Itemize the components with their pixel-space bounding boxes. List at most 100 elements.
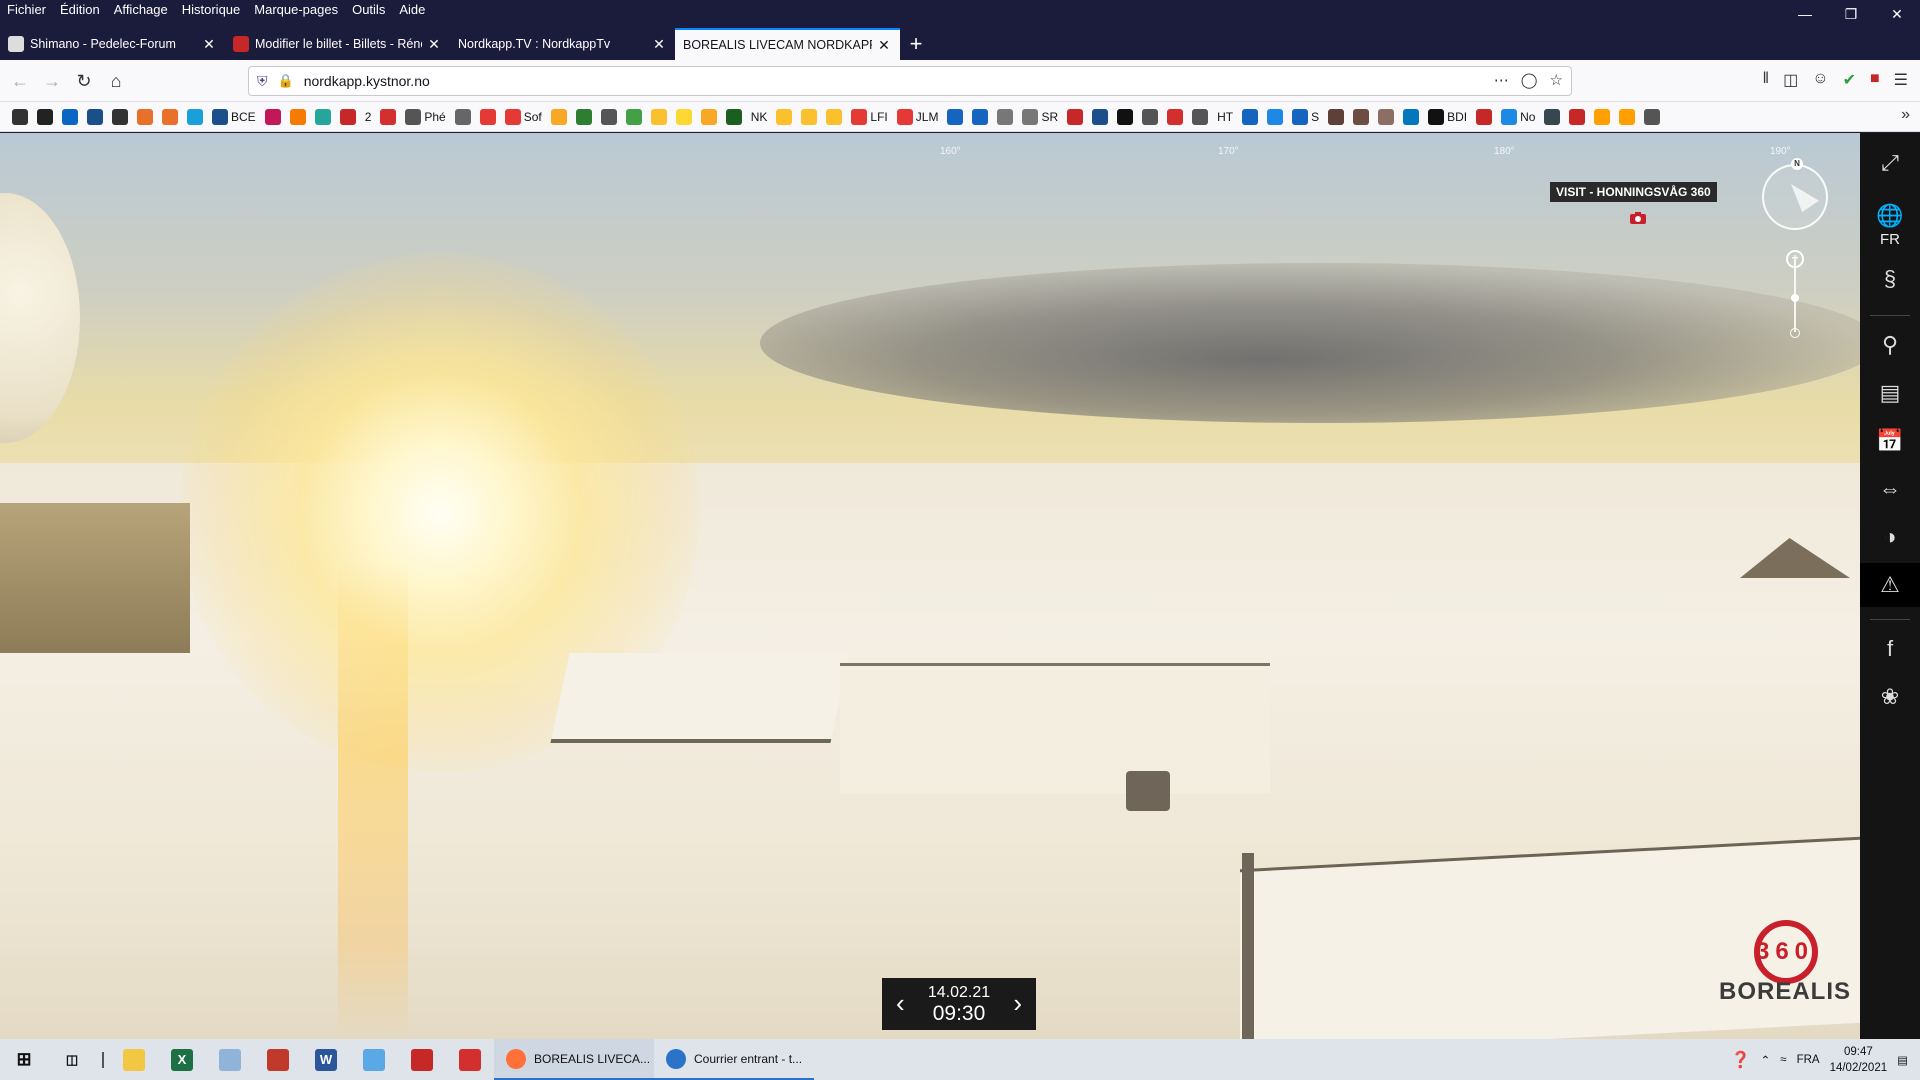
- tab-close-icon[interactable]: ✕: [651, 36, 667, 53]
- tab-borealis-livecam[interactable]: BOREALIS LIVECAM NORDKAPP 36 ✕: [675, 28, 900, 60]
- location-pin-icon[interactable]: ⚲: [1860, 323, 1920, 367]
- bookmark-item[interactable]: [801, 108, 818, 125]
- bookmarks-overflow-icon[interactable]: »: [1901, 106, 1910, 124]
- bookmark-item[interactable]: BDI: [1428, 108, 1467, 125]
- bookmark-item[interactable]: [62, 108, 78, 125]
- bookmark-item[interactable]: [1328, 108, 1345, 125]
- calendar-app-button[interactable]: [446, 1039, 494, 1080]
- restore-button[interactable]: ❐: [1828, 0, 1874, 28]
- bookmark-item[interactable]: [1378, 108, 1395, 125]
- bookmark-item[interactable]: [162, 108, 178, 125]
- task-view-button[interactable]: ◫: [48, 1039, 96, 1080]
- bookmark-item[interactable]: [87, 108, 103, 125]
- bookmark-item[interactable]: Sof: [504, 108, 542, 125]
- bookmark-item[interactable]: [725, 108, 742, 125]
- bookmark-item[interactable]: [625, 108, 642, 125]
- menu-edition[interactable]: Édition: [59, 2, 101, 20]
- twitter-icon[interactable]: ❀: [1860, 675, 1920, 719]
- bookmark-item[interactable]: [600, 108, 617, 125]
- tab-modifier-billet[interactable]: Modifier le billet - Billets - Rénc ✕: [225, 28, 450, 60]
- bookmark-item[interactable]: [1092, 108, 1109, 125]
- bookmark-item[interactable]: [947, 108, 964, 125]
- taskbar-thunderbird[interactable]: Courrier entrant - t...: [654, 1039, 814, 1080]
- bookmark-item[interactable]: [1142, 108, 1159, 125]
- zoom-in-icon[interactable]: +: [1786, 250, 1804, 268]
- close-window-button[interactable]: ✕: [1874, 0, 1920, 28]
- insecure-lock-icon[interactable]: 🔒: [278, 73, 294, 89]
- pocket-icon[interactable]: ◯: [1521, 71, 1538, 89]
- bookmark-item[interactable]: BCE: [212, 108, 256, 125]
- panorama-view[interactable]: [0, 133, 1860, 1039]
- bookmark-item[interactable]: S: [1292, 108, 1319, 125]
- bookmark-item[interactable]: [1644, 108, 1661, 125]
- bookmark-item[interactable]: [1067, 108, 1084, 125]
- bookmark-item[interactable]: [1267, 108, 1284, 125]
- page-actions-icon[interactable]: ⋯: [1494, 71, 1509, 89]
- alert-bell-icon[interactable]: ⚠: [1860, 563, 1920, 607]
- system-clock[interactable]: 09:47 14/02/2021: [1830, 1044, 1888, 1076]
- wifi-icon[interactable]: ≈: [1780, 1054, 1786, 1066]
- bookmark-item[interactable]: HT: [1217, 110, 1233, 124]
- extension-check-icon[interactable]: ✔: [1843, 70, 1856, 90]
- bookmark-item[interactable]: [1192, 108, 1209, 125]
- tab-close-icon[interactable]: ✕: [426, 36, 442, 53]
- compass-widget[interactable]: N: [1762, 158, 1828, 230]
- menu-fichier[interactable]: Fichier: [6, 2, 47, 20]
- bookmark-item[interactable]: [112, 108, 128, 125]
- bookmark-item[interactable]: LFI: [851, 108, 888, 125]
- excel-button[interactable]: X: [158, 1039, 206, 1080]
- account-icon[interactable]: ☺: [1812, 70, 1828, 90]
- bookmark-item[interactable]: [479, 108, 496, 125]
- bookmark-item[interactable]: [1403, 108, 1420, 125]
- extension-badge-icon[interactable]: ■: [1870, 70, 1880, 90]
- reload-icon[interactable]: ↻: [70, 67, 98, 95]
- bookmark-item[interactable]: [1242, 108, 1259, 125]
- fullscreen-icon[interactable]: ⤢: [1860, 141, 1920, 185]
- bookmark-item[interactable]: [1476, 108, 1493, 125]
- tab-close-icon[interactable]: ✕: [876, 37, 892, 54]
- app-button[interactable]: [350, 1039, 398, 1080]
- menu-historique[interactable]: Historique: [181, 2, 242, 20]
- taskbar-firefox[interactable]: BOREALIS LIVECA...: [494, 1039, 654, 1080]
- shield-icon[interactable]: ⛨: [257, 73, 268, 90]
- home-icon[interactable]: ⌂: [102, 67, 130, 95]
- facebook-icon[interactable]: f: [1860, 627, 1920, 671]
- tray-expand-icon[interactable]: ⌃: [1761, 1053, 1771, 1067]
- tab-nordkapp-tv[interactable]: Nordkapp.TV : NordkappTv ✕: [450, 28, 675, 60]
- camera-app-button[interactable]: [398, 1039, 446, 1080]
- bookmark-item[interactable]: [264, 108, 281, 125]
- back-arrow-icon[interactable]: ←: [6, 67, 34, 95]
- bookmark-item[interactable]: [380, 108, 397, 125]
- notifications-icon[interactable]: ▤: [1897, 1053, 1908, 1067]
- bookmark-item[interactable]: [1353, 108, 1370, 125]
- zoom-out-icon[interactable]: [1790, 328, 1800, 338]
- compare-view-icon[interactable]: ⇔: [1860, 467, 1920, 511]
- menu-affichage[interactable]: Affichage: [113, 2, 169, 20]
- bookmark-item[interactable]: SR: [1022, 108, 1058, 125]
- bookmark-item[interactable]: [12, 108, 28, 125]
- new-tab-button[interactable]: +: [900, 28, 932, 60]
- bookmark-item[interactable]: [187, 108, 203, 125]
- zoom-slider[interactable]: +: [1786, 250, 1804, 338]
- bookmark-item[interactable]: [289, 108, 306, 125]
- forward-arrow-icon[interactable]: →: [38, 67, 66, 95]
- bookmark-item[interactable]: [675, 108, 692, 125]
- bookmark-item[interactable]: [1544, 108, 1561, 125]
- tab-close-icon[interactable]: ✕: [201, 36, 217, 53]
- calendar-24-icon[interactable]: 📅: [1860, 419, 1920, 463]
- bookmark-item[interactable]: [776, 108, 793, 125]
- bookmark-item[interactable]: NK: [751, 110, 768, 124]
- paint-button[interactable]: [206, 1039, 254, 1080]
- language-indicator[interactable]: FRA: [1797, 1054, 1820, 1066]
- bookmark-item[interactable]: [314, 108, 331, 125]
- camera-icon[interactable]: [1628, 210, 1648, 226]
- language-button[interactable]: 🌐 FR: [1860, 195, 1920, 255]
- bookmark-item[interactable]: [1167, 108, 1184, 125]
- info-panel-icon[interactable]: ▤: [1860, 371, 1920, 415]
- bookmark-item[interactable]: [700, 108, 717, 125]
- bookmark-item[interactable]: [1569, 108, 1586, 125]
- bookmark-item[interactable]: [650, 108, 667, 125]
- tab-shimano[interactable]: Shimano - Pedelec-Forum ✕: [0, 28, 225, 60]
- start-button[interactable]: ⊞: [0, 1039, 48, 1080]
- menu-aide[interactable]: Aide: [398, 2, 426, 20]
